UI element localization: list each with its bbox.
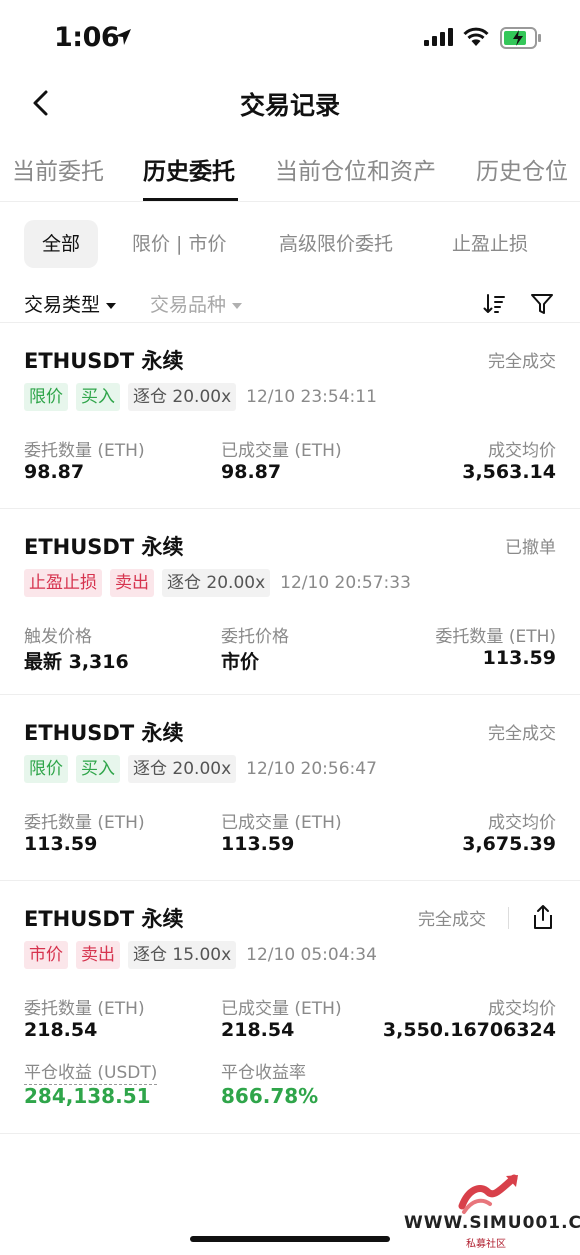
chevron-down-icon <box>232 302 243 309</box>
tab-order-history[interactable]: 历史委托 <box>143 152 235 186</box>
closing-pnl-value: 284,138.51 <box>24 1084 151 1108</box>
field-label: 委托价格 <box>221 627 289 647</box>
order-symbol: ETHUSDT 永续 <box>24 721 184 745</box>
order-symbol: ETHUSDT 永续 <box>24 907 184 931</box>
field-label: 已成交量 (ETH) <box>221 813 342 833</box>
filter-limit-market[interactable]: 限价 | 市价 <box>132 220 226 268</box>
closing-pnl-label[interactable]: 平仓收益 (USDT) <box>24 1058 158 1085</box>
order-tags: 限价 买入 逐仓 20.00x 12/10 20:56:47 <box>24 755 377 783</box>
order-status: 完全成交 <box>488 352 556 372</box>
home-indicator <box>190 1236 390 1242</box>
trade-product-label: 交易品种 <box>150 294 227 316</box>
order-tags: 止盈止损 卖出 逐仓 20.00x 12/10 20:57:33 <box>24 569 411 597</box>
trade-type-dropdown[interactable]: 交易类型 <box>24 290 117 317</box>
order-card[interactable]: ETHUSDT 永续 已撤单 止盈止损 卖出 逐仓 20.00x 12/10 2… <box>0 509 580 695</box>
tab-current-orders[interactable]: 当前委托 <box>12 152 104 186</box>
chevron-down-icon <box>106 302 117 309</box>
order-type-tag: 限价 <box>24 383 68 411</box>
divider <box>508 907 509 929</box>
field-label: 已成交量 (ETH) <box>221 441 342 461</box>
order-tags: 限价 买入 逐仓 20.00x 12/10 23:54:11 <box>24 383 377 411</box>
field-label: 已成交量 (ETH) <box>221 999 342 1019</box>
field-label: 委托数量 (ETH) <box>435 627 556 647</box>
order-status: 已撤单 <box>505 538 556 558</box>
sort-row: 交易类型 交易品种 <box>0 284 580 324</box>
closing-pnl-rate-value: 866.78% <box>221 1084 319 1108</box>
field-value: 113.59 <box>24 833 98 855</box>
field-value: 98.87 <box>221 461 282 483</box>
field-value: 98.87 <box>24 461 85 483</box>
filter-tp-sl[interactable]: 止盈止损 <box>452 220 528 268</box>
field-label: 成交均价 <box>488 999 556 1019</box>
field-value: 113.59 <box>482 647 556 669</box>
share-icon[interactable] <box>530 903 556 931</box>
field-label: 成交均价 <box>488 813 556 833</box>
margin-mode-tag: 逐仓 15.00x <box>128 941 237 969</box>
filter-icon[interactable] <box>530 292 554 316</box>
filter-all[interactable]: 全部 <box>24 220 99 268</box>
location-arrow-icon <box>115 29 131 45</box>
side-tag: 卖出 <box>76 941 120 969</box>
order-type-tag: 限价 <box>24 755 68 783</box>
field-value: 3,675.39 <box>462 833 556 855</box>
order-tags: 市价 卖出 逐仓 15.00x 12/10 05:04:34 <box>24 941 377 969</box>
filter-advanced-limit[interactable]: 高级限价委托 <box>279 220 393 268</box>
order-type-filters: 全部 限价 | 市价 高级限价委托 止盈止损 <box>0 220 580 270</box>
order-tabs: 当前委托 历史委托 当前仓位和资产 历史仓位 <box>0 150 580 202</box>
field-label: 成交均价 <box>488 441 556 461</box>
order-status: 完全成交 <box>418 910 486 930</box>
field-value: 218.54 <box>24 1019 98 1041</box>
field-value: 113.59 <box>221 833 295 855</box>
side-tag: 买入 <box>76 383 120 411</box>
field-label: 委托数量 (ETH) <box>24 813 145 833</box>
order-time: 12/10 20:57:33 <box>280 573 411 593</box>
watermark-url: WWW.SIMU001.CN <box>404 1213 580 1233</box>
field-value: 市价 <box>221 651 260 673</box>
active-tab-indicator <box>143 198 238 201</box>
wifi-icon <box>463 27 489 46</box>
status-time: 1:06 <box>54 22 120 53</box>
sort-icon[interactable] <box>482 292 506 316</box>
order-symbol: ETHUSDT 永续 <box>24 349 184 373</box>
cellular-signal-icon <box>424 28 453 46</box>
order-type-tag: 市价 <box>24 941 68 969</box>
field-value: 3,563.14 <box>462 461 556 483</box>
order-time: 12/10 23:54:11 <box>246 387 377 407</box>
trade-type-label: 交易类型 <box>24 294 101 316</box>
order-time: 12/10 20:56:47 <box>246 759 377 779</box>
page-title: 交易记录 <box>239 91 340 120</box>
watermark-subtitle: 私募社区 <box>466 1239 506 1250</box>
trade-product-dropdown[interactable]: 交易品种 <box>150 290 243 317</box>
order-type-tag: 止盈止损 <box>24 569 102 597</box>
margin-mode-tag: 逐仓 20.00x <box>162 569 271 597</box>
order-card[interactable]: ETHUSDT 永续 完全成交 市价 卖出 逐仓 15.00x 12/10 05… <box>0 881 580 1134</box>
battery-charging-icon <box>500 27 541 49</box>
side-tag: 买入 <box>76 755 120 783</box>
field-value: 最新 3,316 <box>24 651 129 673</box>
margin-mode-tag: 逐仓 20.00x <box>128 383 237 411</box>
order-symbol: ETHUSDT 永续 <box>24 535 184 559</box>
field-label: 触发价格 <box>24 627 92 647</box>
order-status: 完全成交 <box>488 724 556 744</box>
watermark-logo <box>458 1174 518 1214</box>
status-bar: 1:06 <box>0 0 580 76</box>
order-card[interactable]: ETHUSDT 永续 完全成交 限价 买入 逐仓 20.00x 12/10 20… <box>0 695 580 881</box>
tab-positions-assets[interactable]: 当前仓位和资产 <box>275 152 436 186</box>
field-label: 委托数量 (ETH) <box>24 441 145 461</box>
field-value: 218.54 <box>221 1019 295 1041</box>
margin-mode-tag: 逐仓 20.00x <box>128 755 237 783</box>
tab-position-history[interactable]: 历史仓位 <box>476 152 568 186</box>
field-label: 委托数量 (ETH) <box>24 999 145 1019</box>
order-card[interactable]: ETHUSDT 永续 完全成交 限价 买入 逐仓 20.00x 12/10 23… <box>0 323 580 509</box>
field-value: 3,550.16706324 <box>382 1019 556 1041</box>
order-time: 12/10 05:04:34 <box>246 945 377 965</box>
closing-pnl-rate-label: 平仓收益率 <box>221 1063 306 1083</box>
side-tag: 卖出 <box>110 569 154 597</box>
